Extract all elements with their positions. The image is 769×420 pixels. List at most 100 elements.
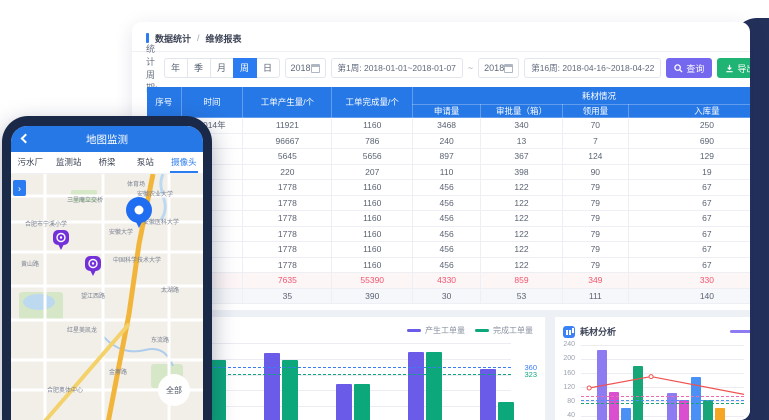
table-row: 5177811604561227967	[147, 180, 751, 196]
export-button-label: 导出Excel	[737, 62, 750, 75]
start-week-input[interactable]: 第1周: 2018-01-01~2018-01-07	[331, 58, 463, 78]
phone-tab-监测站[interactable]: 监测站	[49, 152, 87, 173]
table-cell: 456	[413, 257, 481, 273]
table-cell: 140	[628, 288, 750, 304]
table-cell: 55390	[332, 273, 413, 289]
table-cell: 129	[628, 149, 750, 165]
map-label: 安徽大学	[109, 228, 133, 236]
map-view[interactable]: 三里庵立交桥体育场安徽农业大学合肥市宁溪小学安徽大学安徽医科大学中国科学技术大学…	[11, 174, 203, 420]
table-cell: 67	[628, 180, 750, 196]
table-cell: 111	[562, 288, 628, 304]
table-cell: 1778	[243, 195, 332, 211]
table-cell: 19	[628, 164, 750, 180]
table-cell: 1160	[332, 195, 413, 211]
bar-完成工单量[interactable]	[282, 360, 298, 420]
map-label: 安徽医科大学	[143, 218, 179, 226]
table-cell: 7635	[243, 273, 332, 289]
table-cell: 1160	[332, 180, 413, 196]
breadcrumb-section[interactable]: 数据统计	[155, 32, 191, 45]
table-cell: 250	[628, 118, 750, 134]
end-week-value: 第16周: 2018-04-16~2018-04-22	[531, 62, 654, 74]
period-option-月[interactable]: 月	[210, 58, 234, 78]
query-button-label: 查询	[686, 62, 704, 75]
table-cell: 70	[562, 118, 628, 134]
map-expand-button[interactable]: ›	[13, 180, 26, 196]
legend-label: 产生工单量	[425, 325, 465, 336]
back-icon[interactable]	[21, 134, 31, 144]
screenshot-root: { "colors": { "accent_blue": "#2b7cf0", …	[0, 0, 769, 420]
table-cell: 456	[413, 195, 481, 211]
end-year-select[interactable]: 2018	[478, 58, 519, 78]
table-cell: 456	[413, 211, 481, 227]
table-cell: 79	[562, 195, 628, 211]
map-canvas: 三里庵立交桥体育场安徽农业大学合肥市宁溪小学安徽大学安徽医科大学中国科学技术大学…	[11, 174, 203, 420]
workorder-chart-plot	[178, 343, 511, 420]
report-table-container: 序号 时间 工单产生量/个 工单完成量/个 耗材情况 申请量 审批量（箱） 领用…	[146, 86, 736, 304]
table-cell: 4330	[413, 273, 481, 289]
phone-tab-桥梁[interactable]: 桥梁	[88, 152, 126, 173]
table-cell: 67	[628, 226, 750, 242]
table-cell: 340	[481, 118, 563, 134]
legend-item[interactable]: 产生工单量	[407, 325, 465, 336]
table-cell: 122	[481, 211, 563, 227]
map-all-button[interactable]: 全部	[158, 374, 190, 406]
table-cell: 207	[332, 164, 413, 180]
start-week-value: 第1周: 2018-01-01~2018-01-07	[338, 62, 456, 74]
table-cell: 1160	[332, 118, 413, 134]
y-axis-tick: 240	[563, 341, 575, 348]
end-year-value: 2018	[484, 63, 504, 73]
bar-产生工单量[interactable]	[336, 384, 352, 420]
table-cell: 897	[413, 149, 481, 165]
end-week-input[interactable]: 第16周: 2018-04-16~2018-04-22	[524, 58, 661, 78]
table-cell: 124	[562, 149, 628, 165]
bar-完成工单量[interactable]	[498, 402, 514, 420]
table-cell: 11921	[243, 118, 332, 134]
report-table: 序号 时间 工单产生量/个 工单完成量/个 耗材情况 申请量 审批量（箱） 领用…	[146, 86, 750, 304]
table-cell: 690	[628, 133, 750, 149]
phone-tab-label: 泵站	[136, 152, 155, 173]
legend-item[interactable]: 完成工单量	[475, 325, 533, 336]
table-cell: 90	[562, 164, 628, 180]
phone-tab-label: 污水厂	[16, 152, 44, 173]
svg-text:›: ›	[18, 184, 21, 194]
table-row: 6177811604561227967	[147, 195, 751, 211]
search-icon	[674, 64, 683, 73]
table-cell: 390	[332, 288, 413, 304]
period-option-季[interactable]: 季	[187, 58, 211, 78]
phone-tab-泵站[interactable]: 泵站	[126, 152, 164, 173]
table-cell: 1778	[243, 257, 332, 273]
table-cell: 53	[481, 288, 563, 304]
col-header-stocked: 入库量	[628, 105, 750, 118]
bar-完成工单量[interactable]	[210, 360, 226, 420]
bar-产生工单量[interactable]	[264, 353, 280, 420]
map-label: 中国科学技术大学	[113, 256, 161, 264]
start-year-select[interactable]: 2018	[285, 58, 326, 78]
bar-产生工单量[interactable]	[408, 352, 424, 420]
col-group-header-consumables: 耗材情况	[413, 87, 750, 105]
phone-tab-label: 摄像头	[170, 152, 198, 173]
workorder-chart-legend: 产生工单量完成工单量	[407, 325, 533, 336]
table-cell: 96667	[243, 133, 332, 149]
query-button[interactable]: 查询	[666, 58, 712, 78]
reference-line	[178, 374, 511, 375]
bar-产生工单量[interactable]	[480, 369, 496, 420]
col-header-applied: 申请量	[413, 105, 481, 118]
total-row: 合计7635553904330859349330	[147, 273, 751, 289]
gridline	[178, 343, 511, 344]
period-option-周[interactable]: 周	[233, 58, 257, 78]
bar-完成工单量[interactable]	[354, 384, 370, 420]
table-cell: 67	[628, 211, 750, 227]
col-header-time: 时间	[181, 87, 243, 118]
phone-tab-摄像头[interactable]: 摄像头	[165, 152, 203, 173]
period-option-年[interactable]: 年	[164, 58, 188, 78]
period-option-日[interactable]: 日	[256, 58, 280, 78]
bar-完成工单量[interactable]	[426, 352, 442, 420]
table-cell: 1778	[243, 211, 332, 227]
gridline	[178, 359, 511, 360]
export-excel-button[interactable]: 导出Excel	[717, 58, 750, 78]
table-cell: 3468	[413, 118, 481, 134]
charts-strip: 产生工单量完成工单量 360323 耗材分析 2402001601208040	[132, 310, 750, 420]
phone-tab-污水厂[interactable]: 污水厂	[11, 152, 49, 173]
phone-page-title: 地图监测	[86, 132, 128, 147]
chart-icon	[563, 326, 575, 338]
